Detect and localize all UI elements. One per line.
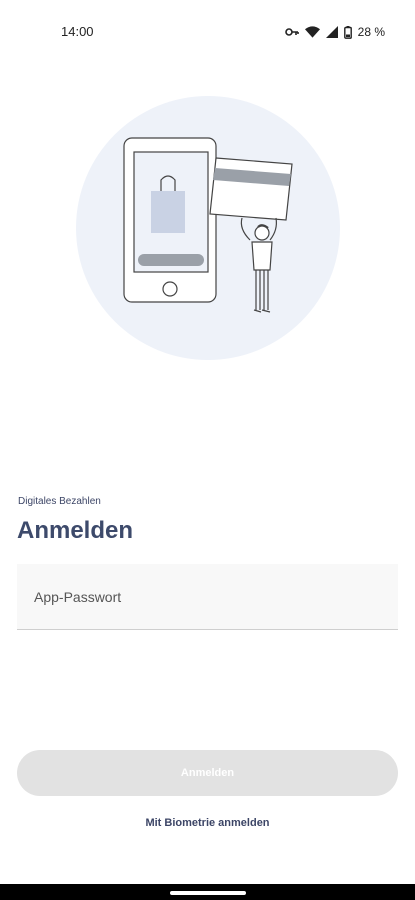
login-button[interactable]: Anmelden xyxy=(17,750,398,796)
status-time: 14:00 xyxy=(61,24,94,39)
biometric-login-link[interactable]: Mit Biometrie anmelden xyxy=(0,817,415,829)
battery-percentage: 28 % xyxy=(357,25,385,39)
phone-payment-card-illustration xyxy=(76,96,340,360)
battery-icon xyxy=(343,25,352,39)
status-icons: 28 % xyxy=(284,22,385,42)
home-indicator[interactable] xyxy=(170,891,246,895)
credit-card-icon xyxy=(209,157,293,221)
password-input[interactable] xyxy=(17,564,398,629)
signal-icon xyxy=(325,26,338,38)
password-field[interactable] xyxy=(17,564,398,630)
system-navigation-bar xyxy=(0,884,415,900)
page-title: Anmelden xyxy=(17,517,134,544)
key-icon xyxy=(284,28,299,36)
wifi-icon xyxy=(304,26,320,38)
phone-button-shape xyxy=(138,254,204,266)
section-label: Digitales Bezahlen xyxy=(18,496,101,507)
status-bar: 14:00 28 % xyxy=(0,0,415,64)
